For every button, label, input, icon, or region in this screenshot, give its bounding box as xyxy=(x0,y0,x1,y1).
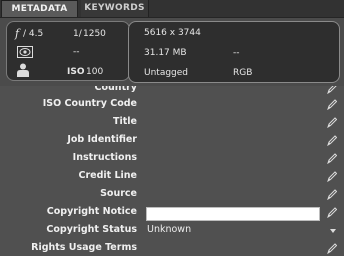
chevron-down-icon[interactable] xyxy=(330,229,336,233)
pencil-icon[interactable] xyxy=(327,188,337,200)
field-label-country: Country xyxy=(94,86,137,93)
field-row-job-identifier: Job Identifier xyxy=(0,131,344,149)
color-profile: Untagged xyxy=(144,68,189,78)
shutter-speed-value: 1250 xyxy=(83,29,106,39)
iso-value: 100 xyxy=(86,67,104,77)
metering-value: -- xyxy=(73,47,80,57)
field-label-iso-country-code: ISO Country Code xyxy=(42,98,137,109)
field-row-instructions: Instructions xyxy=(0,149,344,167)
pencil-icon[interactable] xyxy=(327,242,337,254)
file-properties-panel: f / 4.5 1/ 1250 -- ISO 100 5616 x 3744 3… xyxy=(0,18,344,86)
pencil-icon[interactable] xyxy=(327,152,337,164)
field-label-copyright-notice: Copyright Notice xyxy=(46,206,137,217)
field-label-job-identifier: Job Identifier xyxy=(67,134,137,145)
field-label-copyright-status: Copyright Status xyxy=(46,224,137,235)
field-row-rights-usage-terms: Rights Usage Terms xyxy=(0,239,344,256)
field-row-title: Title xyxy=(0,113,344,131)
pencil-icon[interactable] xyxy=(327,116,337,128)
iso-label: ISO xyxy=(67,67,85,77)
pencil-icon[interactable] xyxy=(327,134,337,146)
aperture-value: / 4.5 xyxy=(23,29,44,39)
tab-keywords[interactable]: KEYWORDS xyxy=(81,0,149,17)
field-label-instructions: Instructions xyxy=(72,152,137,163)
field-row-iso-country-code: ISO Country Code xyxy=(0,95,344,113)
panel-tab-bar: METADATA KEYWORDS xyxy=(0,0,344,18)
field-label-credit-line: Credit Line xyxy=(78,170,137,181)
metering-mode-icon xyxy=(17,46,33,58)
file-size-extra: -- xyxy=(233,48,240,58)
color-mode: RGB xyxy=(233,68,253,78)
field-label-source: Source xyxy=(100,188,137,199)
field-row-copyright-notice: Copyright Notice xyxy=(0,203,344,221)
pencil-icon[interactable] xyxy=(327,170,337,182)
field-label-title: Title xyxy=(113,116,137,127)
iptc-fields-list[interactable]: Country ISO Country Code Title Job Ident… xyxy=(0,86,344,256)
pencil-icon[interactable] xyxy=(327,86,337,94)
copyright-status-select[interactable]: Unknown xyxy=(147,224,191,236)
file-size: 31.17 MB xyxy=(144,48,187,58)
tab-metadata[interactable]: METADATA xyxy=(1,0,78,17)
shutter-prefix: 1/ xyxy=(73,29,82,39)
field-label-rights-usage-terms: Rights Usage Terms xyxy=(31,242,137,253)
pencil-icon[interactable] xyxy=(327,206,337,218)
file-info-box: 5616 x 3744 31.17 MB -- Untagged RGB xyxy=(128,21,340,83)
field-row-source: Source xyxy=(0,185,344,203)
copyright-notice-input[interactable] xyxy=(146,207,320,221)
white-balance-icon xyxy=(17,63,29,77)
image-dimensions: 5616 x 3744 xyxy=(144,28,201,38)
aperture-symbol: f xyxy=(15,27,20,40)
pencil-icon[interactable] xyxy=(327,98,337,110)
field-row-copyright-status: Copyright Status Unknown xyxy=(0,221,344,239)
field-row-credit-line: Credit Line xyxy=(0,167,344,185)
